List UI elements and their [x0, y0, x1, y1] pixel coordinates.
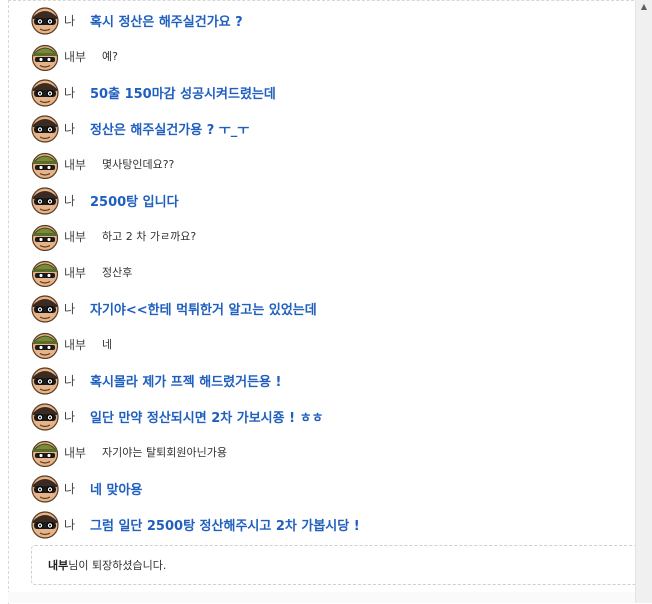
- message-text: 50출 150마감 성공시켜드렸는데: [90, 86, 276, 102]
- message-text: 정산후: [102, 266, 133, 279]
- speaker-name[interactable]: 나: [64, 408, 88, 425]
- sunglasses-avatar-icon[interactable]: [30, 473, 60, 503]
- speaker-name[interactable]: 내부: [64, 228, 88, 245]
- chat-message: 나 정산은 해주실건가용 ? ㅜ_ㅜ: [30, 110, 249, 146]
- chat-message: 나 혹시몰라 제가 프젝 해드렸거든용 !: [30, 362, 281, 398]
- chat-log: 나 혹시 정산은 해주실건가요 ? 내부 예? 나 50출 150마감 성공시켜드렸는…: [0, 0, 649, 603]
- sunglasses-avatar-icon[interactable]: [30, 509, 60, 539]
- green-cap-avatar-icon[interactable]: [30, 257, 60, 287]
- message-text: 혹시 정산은 해주실건가요 ?: [90, 14, 243, 30]
- message-text: 일단 만약 정산되시면 2차 가보시죵 ! ㅎㅎ: [90, 410, 324, 426]
- message-text: 그럼 일단 2500탕 정산해주시고 2차 가봅시당 !: [90, 518, 360, 534]
- chat-message: 나 자기야<<한테 먹튀한거 알고는 있었는데: [30, 290, 317, 326]
- chat-message: 내부 정산후: [30, 254, 132, 290]
- green-cap-avatar-icon[interactable]: [30, 221, 60, 251]
- sunglasses-avatar-icon[interactable]: [30, 365, 60, 395]
- green-cap-avatar-icon[interactable]: [30, 329, 60, 359]
- chat-message: 내부 하고 2 차 가ㄹ까요?: [30, 218, 196, 254]
- speaker-name[interactable]: 내부: [64, 48, 88, 65]
- chat-message: 내부 자기야는 탈퇴회원아닌가용: [30, 434, 227, 470]
- message-text: 예?: [102, 50, 118, 63]
- sunglasses-avatar-icon[interactable]: [30, 293, 60, 323]
- message-text: 네 맞아용: [90, 482, 143, 498]
- message-text: 자기야<<한테 먹튀한거 알고는 있었는데: [90, 302, 317, 318]
- speaker-name[interactable]: 나: [64, 192, 88, 209]
- chat-message: 나 2500탕 입니다: [30, 182, 179, 218]
- scrollbar[interactable]: ▲: [635, 0, 652, 603]
- chat-message: 내부 네: [30, 326, 112, 362]
- speaker-name[interactable]: 나: [64, 120, 88, 137]
- sunglasses-avatar-icon[interactable]: [30, 5, 60, 35]
- message-text: 자기야는 탈퇴회원아닌가용: [102, 446, 227, 459]
- scroll-up-arrow-icon[interactable]: ▲: [639, 2, 649, 12]
- speaker-name[interactable]: 나: [64, 516, 88, 533]
- green-cap-avatar-icon[interactable]: [30, 41, 60, 71]
- message-text: 네: [102, 338, 113, 351]
- sunglasses-avatar-icon[interactable]: [30, 113, 60, 143]
- chat-message: 나 혹시 정산은 해주실건가요 ?: [30, 2, 243, 38]
- exit-notice: 내부 님이 퇴장하셨습니다.: [31, 545, 649, 585]
- sunglasses-avatar-icon[interactable]: [30, 185, 60, 215]
- sunglasses-avatar-icon[interactable]: [30, 77, 60, 107]
- speaker-name[interactable]: 내부: [64, 336, 88, 353]
- notice-name: 내부: [48, 559, 69, 572]
- speaker-name[interactable]: 나: [64, 300, 88, 317]
- speaker-name[interactable]: 내부: [64, 444, 88, 461]
- chat-message: 나 50출 150마감 성공시켜드렸는데: [30, 74, 276, 110]
- message-text: 정산은 해주실건가용 ? ㅜ_ㅜ: [90, 122, 250, 138]
- bottom-strip: [8, 592, 638, 603]
- chat-message: 나네 맞아용: [30, 470, 142, 506]
- message-text: 몇사탕인데요??: [102, 158, 175, 171]
- speaker-name[interactable]: 내부: [64, 156, 88, 173]
- chat-message: 나 일단 만약 정산되시면 2차 가보시죵 ! ㅎㅎ: [30, 398, 324, 434]
- sunglasses-avatar-icon[interactable]: [30, 401, 60, 431]
- green-cap-avatar-icon[interactable]: [30, 149, 60, 179]
- speaker-name[interactable]: 내부: [64, 264, 88, 281]
- speaker-name[interactable]: 나: [64, 372, 88, 389]
- chat-message: 내부 몇사탕인데요??: [30, 146, 174, 182]
- speaker-name[interactable]: 나: [64, 480, 88, 497]
- chat-message: 나 그럼 일단 2500탕 정산해주시고 2차 가봅시당 !: [30, 506, 360, 542]
- green-cap-avatar-icon[interactable]: [30, 437, 60, 467]
- chat-message: 내부 예?: [30, 38, 118, 74]
- message-text: 혹시몰라 제가 프젝 해드렸거든용 !: [90, 374, 282, 390]
- notice-text: 님이 퇴장하셨습니다.: [68, 559, 167, 572]
- speaker-name[interactable]: 나: [64, 12, 88, 29]
- speaker-name[interactable]: 나: [64, 84, 88, 101]
- message-text: 하고 2 차 가ㄹ까요?: [102, 230, 197, 243]
- message-text: 2500탕 입니다: [90, 194, 179, 210]
